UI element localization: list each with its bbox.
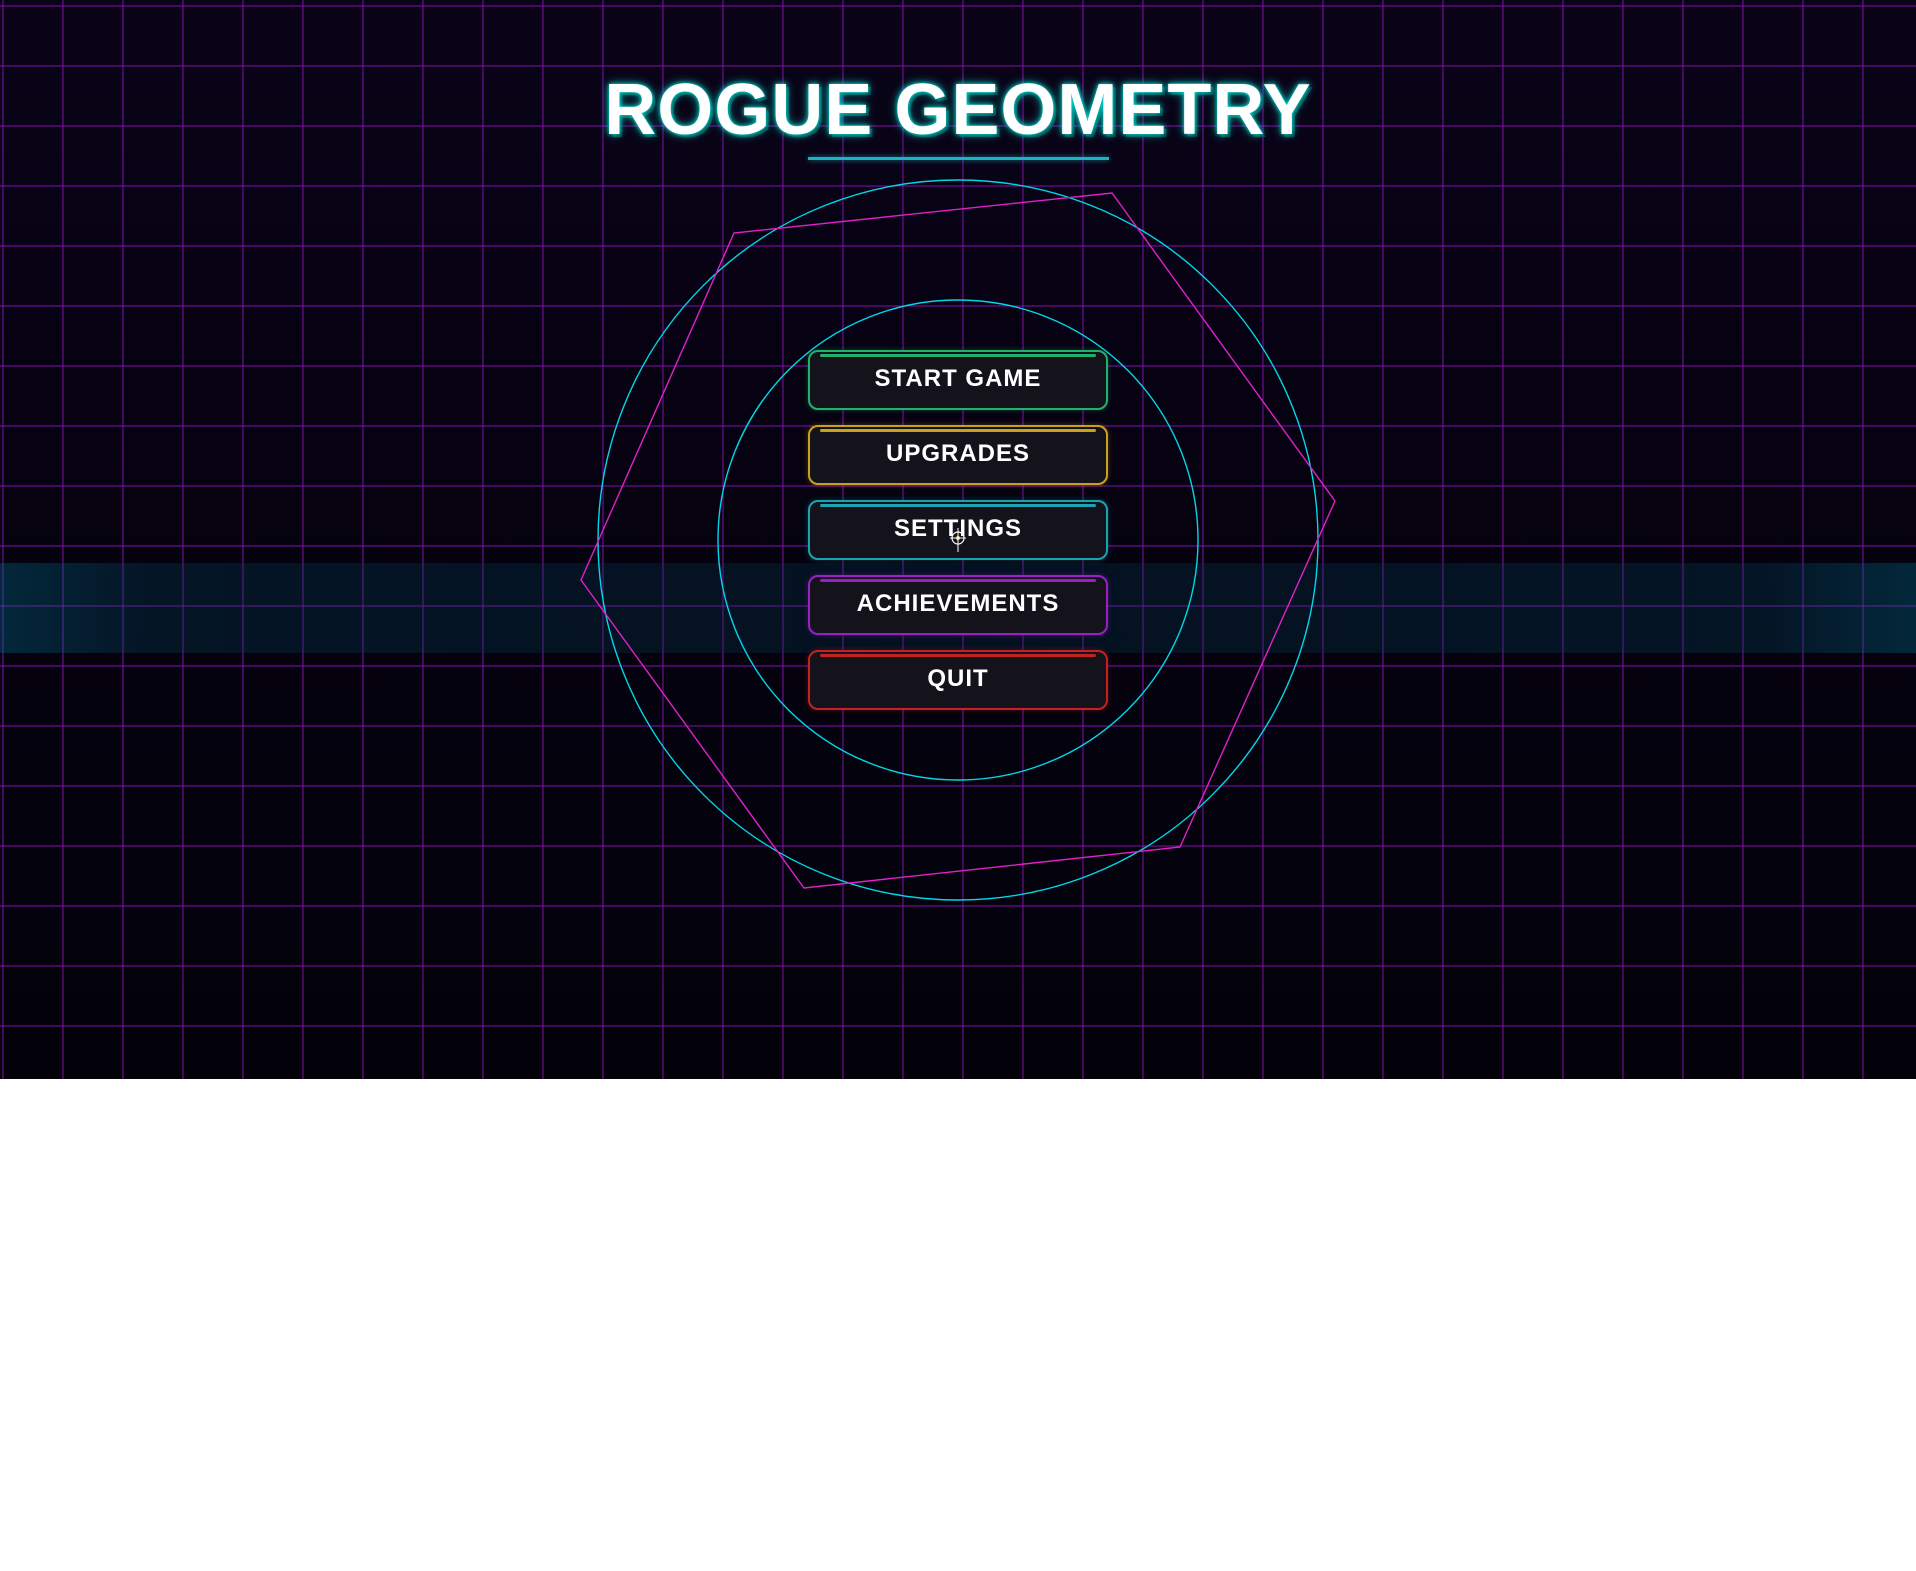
settings-label: SETTINGS	[893, 515, 1022, 542]
button-accent-line	[820, 354, 1096, 357]
button-accent-line	[820, 504, 1096, 507]
settings-button[interactable]: SETTINGS	[808, 500, 1108, 560]
start-game-button[interactable]: START GAME	[808, 350, 1108, 410]
game-title: ROGUE GEOMETRY	[604, 70, 1312, 150]
title-underline	[808, 157, 1109, 160]
achievements-label: ACHIEVEMENTS	[856, 590, 1060, 617]
quit-button[interactable]: QUIT	[808, 650, 1108, 710]
upgrades-button[interactable]: UPGRADES	[808, 425, 1108, 485]
upgrades-label: UPGRADES	[885, 440, 1031, 467]
achievements-button[interactable]: ACHIEVEMENTS	[808, 575, 1108, 635]
button-accent-line	[820, 579, 1096, 582]
start-game-label: START GAME	[874, 365, 1042, 392]
button-accent-line	[820, 654, 1096, 657]
quit-label: QUIT	[927, 665, 989, 692]
game-canvas[interactable]: ROGUE GEOMETRY START GAME UPGRADES SETTI…	[0, 0, 1916, 1079]
button-accent-line	[820, 429, 1096, 432]
